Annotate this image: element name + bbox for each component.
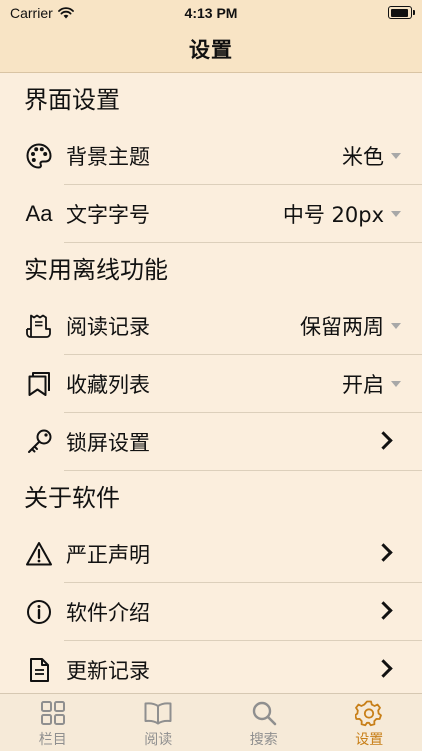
row-reading-history[interactable]: 阅读记录 保留两周 bbox=[0, 297, 422, 355]
palette-icon bbox=[24, 141, 54, 171]
dropdown-caret-icon bbox=[391, 381, 401, 387]
search-icon bbox=[249, 698, 279, 728]
bookmarks-value: 开启 bbox=[342, 369, 384, 399]
theme-value: 米色 bbox=[342, 141, 384, 171]
section-header-offline: 实用离线功能 bbox=[0, 243, 422, 297]
font-size-label: 文字字号 bbox=[66, 199, 150, 229]
intro-label: 软件介绍 bbox=[66, 597, 150, 627]
grid-icon bbox=[38, 698, 68, 728]
row-bookmarks[interactable]: 收藏列表 开启 bbox=[0, 355, 422, 413]
chevron-right-icon bbox=[374, 431, 392, 449]
font-size-value: 中号 20px bbox=[283, 199, 384, 229]
section-header-about: 关于软件 bbox=[0, 471, 422, 525]
dropdown-caret-icon bbox=[391, 211, 401, 217]
row-disclaimer[interactable]: 严正声明 bbox=[0, 525, 422, 583]
changelog-label: 更新记录 bbox=[66, 655, 150, 685]
dropdown-caret-icon bbox=[391, 323, 401, 329]
disclaimer-label: 严正声明 bbox=[66, 539, 150, 569]
history-value: 保留两周 bbox=[300, 311, 384, 341]
row-divider bbox=[64, 242, 422, 243]
key-icon bbox=[24, 427, 54, 457]
tab-label: 设置 bbox=[355, 729, 383, 749]
receipt-icon bbox=[24, 311, 54, 341]
gear-icon bbox=[354, 698, 384, 728]
settings-list[interactable]: 界面设置 背景主题 米色 Aa 文字字号 中号 20px 实用离线功能 bbox=[0, 73, 422, 693]
tab-columns[interactable]: 栏目 bbox=[0, 694, 106, 751]
book-icon bbox=[143, 698, 173, 728]
status-bar: Carrier 4:13 PM bbox=[0, 0, 422, 26]
tab-search[interactable]: 搜索 bbox=[211, 694, 317, 751]
text-size-icon: Aa bbox=[24, 199, 54, 229]
row-lock-screen[interactable]: 锁屏设置 bbox=[0, 413, 422, 471]
tab-bar: 栏目 阅读 搜索 设置 bbox=[0, 693, 422, 751]
tab-label: 栏目 bbox=[39, 729, 67, 749]
section-header-interface: 界面设置 bbox=[0, 73, 422, 127]
info-icon bbox=[24, 597, 54, 627]
battery-icon bbox=[388, 6, 412, 19]
warning-icon bbox=[24, 539, 54, 569]
tab-settings[interactable]: 设置 bbox=[317, 694, 422, 751]
lock-label: 锁屏设置 bbox=[66, 427, 150, 457]
chevron-right-icon bbox=[374, 543, 392, 561]
row-divider bbox=[64, 470, 422, 471]
row-font-size[interactable]: Aa 文字字号 中号 20px bbox=[0, 185, 422, 243]
row-changelog[interactable]: 更新记录 bbox=[0, 641, 422, 693]
theme-label: 背景主题 bbox=[66, 141, 150, 171]
tab-reading[interactable]: 阅读 bbox=[106, 694, 212, 751]
row-software-intro[interactable]: 软件介绍 bbox=[0, 583, 422, 641]
text-size-icon-glyph: Aa bbox=[26, 201, 53, 227]
row-background-theme[interactable]: 背景主题 米色 bbox=[0, 127, 422, 185]
document-icon bbox=[24, 655, 54, 685]
history-label: 阅读记录 bbox=[66, 311, 150, 341]
chevron-right-icon bbox=[374, 659, 392, 677]
dropdown-caret-icon bbox=[391, 153, 401, 159]
bookmarks-icon bbox=[24, 369, 54, 399]
tab-label: 搜索 bbox=[250, 729, 278, 749]
tab-label: 阅读 bbox=[144, 729, 172, 749]
page-title: 设置 bbox=[189, 34, 233, 64]
status-time: 4:13 PM bbox=[0, 5, 422, 21]
navigation-bar: 设置 bbox=[0, 26, 422, 73]
bookmarks-label: 收藏列表 bbox=[66, 369, 150, 399]
chevron-right-icon bbox=[374, 601, 392, 619]
